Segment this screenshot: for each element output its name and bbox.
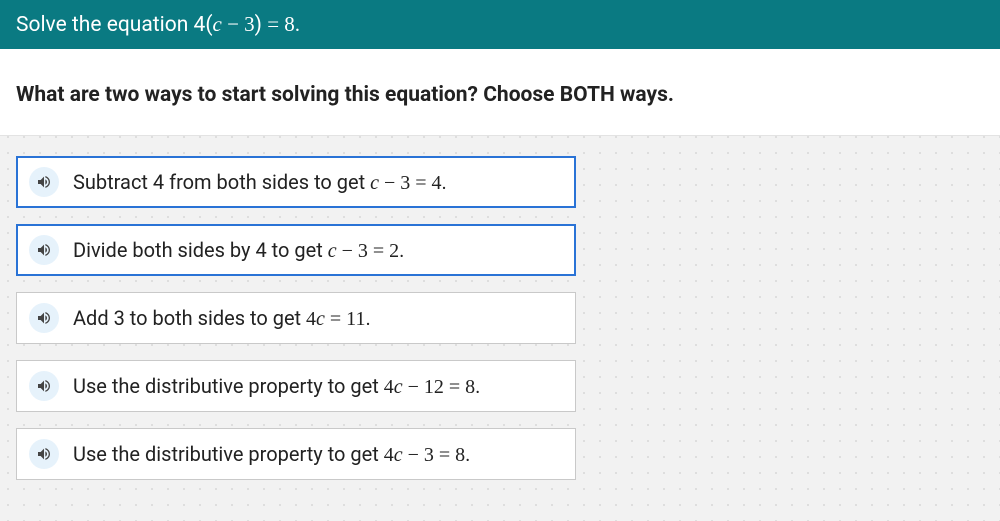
speaker-icon[interactable] bbox=[29, 303, 59, 333]
answer-option-2[interactable]: Add 3 to both sides to get 4c = 11. bbox=[16, 292, 576, 344]
speaker-icon[interactable] bbox=[29, 167, 59, 197]
option-text: Use the distributive property to get 4c … bbox=[73, 442, 470, 467]
option-text: Divide both sides by 4 to get c − 3 = 2. bbox=[73, 238, 404, 263]
option-text: Subtract 4 from both sides to get c − 3 … bbox=[73, 170, 447, 195]
header-prefix: Solve the equation bbox=[16, 13, 194, 37]
question-header: Solve the equation 4(c − 3) = 8. bbox=[0, 0, 1000, 49]
option-text: Add 3 to both sides to get 4c = 11. bbox=[73, 306, 371, 331]
question-prompt: What are two ways to start solving this … bbox=[0, 49, 1000, 136]
option-text: Use the distributive property to get 4c … bbox=[73, 374, 480, 399]
answer-option-4[interactable]: Use the distributive property to get 4c … bbox=[16, 428, 576, 480]
answer-option-3[interactable]: Use the distributive property to get 4c … bbox=[16, 360, 576, 412]
options-list: Subtract 4 from both sides to get c − 3 … bbox=[0, 156, 1000, 480]
speaker-icon[interactable] bbox=[29, 439, 59, 469]
speaker-icon[interactable] bbox=[29, 235, 59, 265]
speaker-icon[interactable] bbox=[29, 371, 59, 401]
content-area: What are two ways to start solving this … bbox=[0, 49, 1000, 521]
answer-option-1[interactable]: Divide both sides by 4 to get c − 3 = 2. bbox=[16, 224, 576, 276]
answer-option-0[interactable]: Subtract 4 from both sides to get c − 3 … bbox=[16, 156, 576, 208]
header-equation: 4(c − 3) = 8. bbox=[194, 13, 301, 37]
